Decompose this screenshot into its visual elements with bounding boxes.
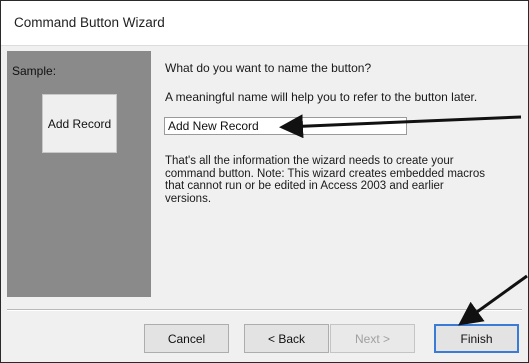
arrow-to-finish-button (458, 274, 528, 326)
arrow-to-name-field (279, 114, 522, 139)
annotation-arrows (279, 114, 528, 326)
